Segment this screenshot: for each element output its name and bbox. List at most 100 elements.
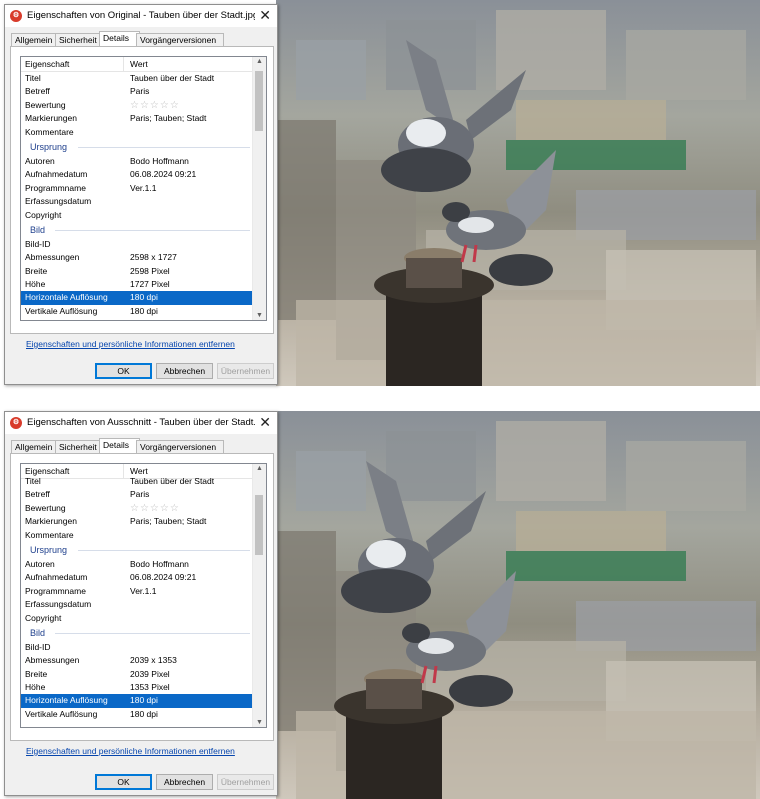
property-name: Titel — [25, 476, 41, 486]
property-row[interactable]: Breite 2598 Pixel — [21, 265, 252, 278]
property-name: Vertikale Auflösung — [25, 708, 98, 719]
property-list[interactable]: Eigenschaft Wert Titel Tauben über der Stad… — [20, 463, 267, 728]
tab-details[interactable]: Details — [99, 438, 140, 454]
column-divider[interactable] — [123, 57, 124, 71]
details-panel: Eigenschaft Wert Titel Tauben über der Stad… — [10, 453, 274, 756]
remove-properties-link[interactable]: Eigenschaften und persönliche Informatio… — [26, 746, 235, 756]
property-row[interactable]: Kommentare — [21, 126, 252, 139]
scroll-up-icon[interactable]: ▲ — [256, 465, 263, 472]
property-row[interactable]: Erfassungsdatum — [21, 598, 252, 611]
vertical-scrollbar[interactable]: ▲ ▼ — [252, 57, 266, 320]
property-name: Erfassungsdatum — [25, 196, 92, 207]
group-header: Ursprung — [21, 542, 252, 558]
property-row[interactable]: Horizontale Auflösung 180 dpi — [21, 291, 252, 305]
property-value: 180 dpi — [130, 305, 158, 316]
property-name: Aufnahmedatum — [25, 572, 88, 583]
property-name: Autoren — [25, 155, 55, 166]
property-row[interactable]: Abmessungen 2039 x 1353 — [21, 654, 252, 667]
property-name: Horizontale Auflösung — [25, 695, 108, 706]
property-row[interactable]: Bewertung ☆☆☆☆☆ — [21, 99, 252, 112]
property-row[interactable]: Betreff Paris — [21, 488, 252, 501]
property-name: Breite — [25, 668, 48, 679]
property-row[interactable]: Markierungen Paris; Tauben; Stadt — [21, 515, 252, 528]
property-row[interactable]: Kommentare — [21, 529, 252, 542]
property-row[interactable]: Betreff Paris — [21, 85, 252, 98]
group-header: Bild — [21, 625, 252, 641]
property-row[interactable]: Copyright — [21, 612, 252, 625]
rating-stars[interactable]: ☆☆☆☆☆ — [130, 502, 180, 515]
property-row[interactable]: Aufnahmedatum 06.08.2024 09:21 — [21, 168, 252, 181]
tab-allgemein[interactable]: Allgemein — [11, 33, 57, 46]
property-row[interactable]: Erfassungsdatum — [21, 195, 252, 208]
ok-button[interactable]: OK — [95, 363, 152, 379]
apply-button: Übernehmen — [217, 363, 274, 379]
pigeons-illustration — [374, 40, 556, 386]
property-name: Markierungen — [25, 113, 77, 124]
scroll-up-icon[interactable]: ▲ — [256, 58, 263, 65]
scroll-down-icon[interactable]: ▼ — [256, 312, 263, 319]
property-row[interactable]: Breite 2039 Pixel — [21, 668, 252, 681]
property-row[interactable]: Höhe 1727 Pixel — [21, 278, 252, 291]
cancel-button[interactable]: Abbrechen — [156, 363, 213, 379]
group-divider — [77, 146, 250, 148]
group-label: Ursprung — [30, 544, 68, 555]
property-row[interactable]: Horizontale Auflösung 180 dpi — [21, 694, 252, 708]
property-row[interactable]: Aufnahmedatum 06.08.2024 09:21 — [21, 571, 252, 584]
property-row[interactable]: Copyright — [21, 209, 252, 222]
tab-sicherheit[interactable]: Sicherheit — [55, 440, 103, 453]
group-header: Bild — [21, 222, 252, 238]
property-row[interactable]: Markierungen Paris; Tauben; Stadt — [21, 112, 252, 125]
property-row[interactable]: Vertikale Auflösung 180 dpi — [21, 305, 252, 318]
vertical-scrollbar[interactable]: ▲ ▼ — [252, 464, 266, 727]
group-label: Bild — [30, 224, 46, 235]
property-value: Bodo Hoffmann — [130, 558, 189, 569]
rating-stars[interactable]: ☆☆☆☆☆ — [130, 99, 180, 112]
tab-allgemein[interactable]: Allgemein — [11, 440, 57, 453]
scroll-down-icon[interactable]: ▼ — [256, 719, 263, 726]
column-header-property[interactable]: Eigenschaft — [25, 59, 69, 69]
property-name: Horizontale Auflösung — [25, 292, 108, 303]
tab-sicherheit[interactable]: Sicherheit — [55, 33, 103, 46]
property-list[interactable]: Eigenschaft Wert Titel Tauben über der Stad… — [20, 56, 267, 321]
scroll-thumb[interactable] — [255, 495, 263, 555]
property-row[interactable]: Programmname Ver.1.1 — [21, 585, 252, 598]
property-name: Bewertung — [25, 502, 66, 513]
property-value: 1353 Pixel — [130, 682, 170, 693]
property-name: Abmessungen — [25, 252, 80, 263]
app-icon: ⚙ — [10, 417, 22, 429]
app-icon: ⚙ — [10, 10, 22, 22]
property-row[interactable]: Abmessungen 2598 x 1727 — [21, 251, 252, 264]
property-row[interactable]: Programmname Ver.1.1 — [21, 182, 252, 195]
remove-properties-link[interactable]: Eigenschaften und persönliche Informatio… — [26, 339, 235, 349]
ok-button[interactable]: OK — [95, 774, 152, 790]
property-row[interactable]: Bild-ID — [21, 641, 252, 654]
property-row[interactable]: Vertikale Auflösung 180 dpi — [21, 708, 252, 721]
property-name: Markierungen — [25, 516, 77, 527]
property-row[interactable]: Autoren Bodo Hoffmann — [21, 558, 252, 571]
property-value: Bodo Hoffmann — [130, 155, 189, 166]
property-value: Ver.1.1 — [130, 585, 157, 596]
photo-crop — [276, 411, 760, 799]
property-value: 1727 Pixel — [130, 279, 170, 290]
property-row[interactable]: Autoren Bodo Hoffmann — [21, 155, 252, 168]
group-divider — [55, 229, 250, 231]
tab-vorgängerversionen[interactable]: Vorgängerversionen — [136, 33, 224, 46]
property-name: Bild-ID — [25, 238, 51, 249]
tab-details[interactable]: Details — [99, 31, 140, 47]
property-row[interactable]: Titel Tauben über der Stadt — [21, 475, 252, 488]
property-row[interactable]: Bewertung ☆☆☆☆☆ — [21, 502, 252, 515]
property-row[interactable]: Höhe 1353 Pixel — [21, 681, 252, 694]
group-label: Ursprung — [30, 141, 68, 152]
scroll-thumb[interactable] — [255, 71, 263, 131]
close-icon[interactable]: ✕ — [259, 7, 271, 24]
photo-original — [276, 0, 760, 386]
column-header-value[interactable]: Wert — [130, 59, 148, 69]
close-icon[interactable]: ✕ — [259, 414, 271, 431]
property-row[interactable]: Titel Tauben über der Stadt — [21, 72, 252, 85]
property-value: 2039 x 1353 — [130, 655, 177, 666]
pillar — [346, 711, 442, 799]
cancel-button[interactable]: Abbrechen — [156, 774, 213, 790]
property-row[interactable]: Bild-ID — [21, 238, 252, 251]
tab-vorgängerversionen[interactable]: Vorgängerversionen — [136, 440, 224, 453]
property-name: Höhe — [25, 682, 46, 693]
